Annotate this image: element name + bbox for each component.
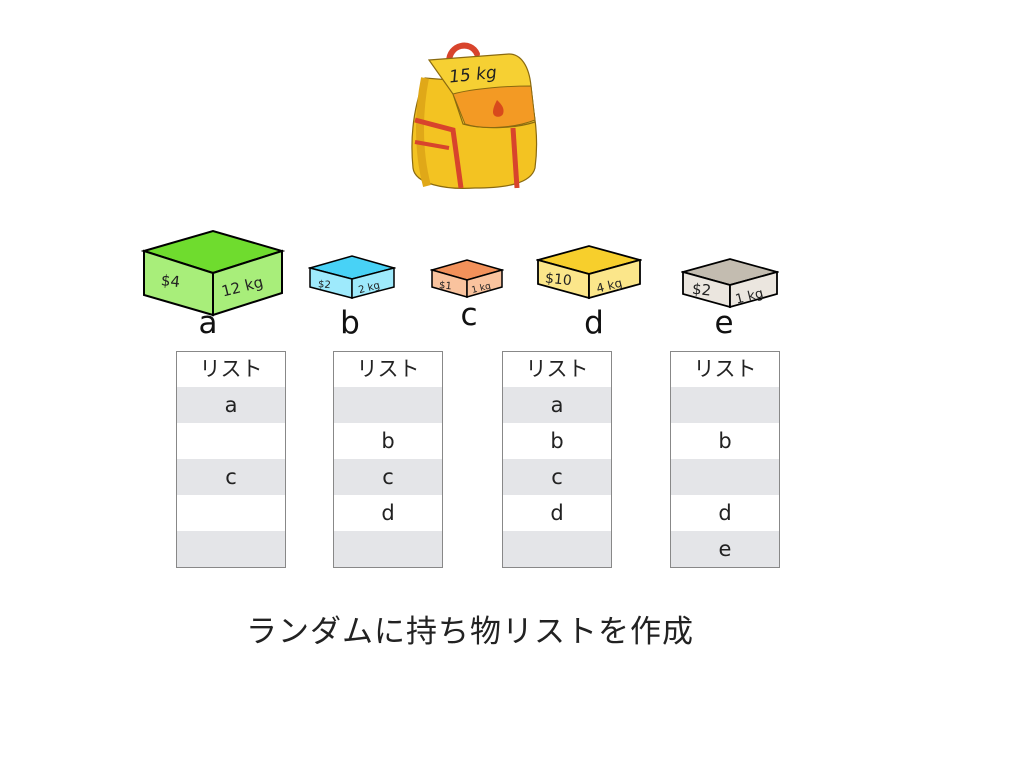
list-row: b xyxy=(718,429,732,453)
list-table-2: リスト b c d xyxy=(333,351,443,568)
item-letter-d: d xyxy=(584,305,604,341)
list-row: c xyxy=(503,459,611,495)
item-letter-e: e xyxy=(714,305,734,341)
list-row: d xyxy=(718,501,732,525)
list-row: e xyxy=(671,531,779,567)
list-row xyxy=(177,423,285,459)
item-e-price: $2 xyxy=(691,280,712,300)
list-header: リスト xyxy=(693,357,757,381)
list-row: a xyxy=(177,387,285,423)
item-a-price: $4 xyxy=(160,271,181,291)
item-c-price: $1 xyxy=(438,280,452,292)
item-d-price: $10 xyxy=(544,270,572,289)
item-letter-c: c xyxy=(460,297,478,333)
slide: 15 kg $4 12 kg $2 2 kg $1 1 kg $10 4 kg … xyxy=(0,0,1024,768)
list-row xyxy=(671,459,779,495)
list-row xyxy=(334,387,442,423)
list-row xyxy=(671,387,779,423)
item-letter-a: a xyxy=(198,305,218,341)
item-box-e: $2 1 kg xyxy=(681,258,779,309)
list-row xyxy=(177,531,285,567)
list-row xyxy=(334,531,442,567)
list-header: リスト xyxy=(525,357,589,381)
item-box-c: $1 1 kg xyxy=(430,259,504,298)
slide-caption: ランダムに持ち物リストを作成 xyxy=(246,614,694,650)
list-row xyxy=(503,531,611,567)
item-box-d: $10 4 kg xyxy=(536,245,642,300)
list-header: リスト xyxy=(356,357,420,381)
list-row: b xyxy=(381,429,395,453)
list-table-1: リスト a c xyxy=(176,351,286,568)
list-table-3: リスト a b c d xyxy=(502,351,612,568)
item-box-b: $2 2 kg xyxy=(308,255,396,299)
list-table-4: リスト b d e xyxy=(670,351,780,568)
list-header: リスト xyxy=(199,357,263,381)
list-row: a xyxy=(503,387,611,423)
list-row: d xyxy=(550,501,564,525)
item-letter-b: b xyxy=(340,305,360,341)
list-row: b xyxy=(550,429,564,453)
item-b-price: $2 xyxy=(317,279,331,291)
list-row xyxy=(177,495,285,531)
list-row: c xyxy=(177,459,285,495)
list-row: c xyxy=(334,459,442,495)
list-row: d xyxy=(381,501,395,525)
backpack-icon: 15 kg xyxy=(411,42,538,189)
